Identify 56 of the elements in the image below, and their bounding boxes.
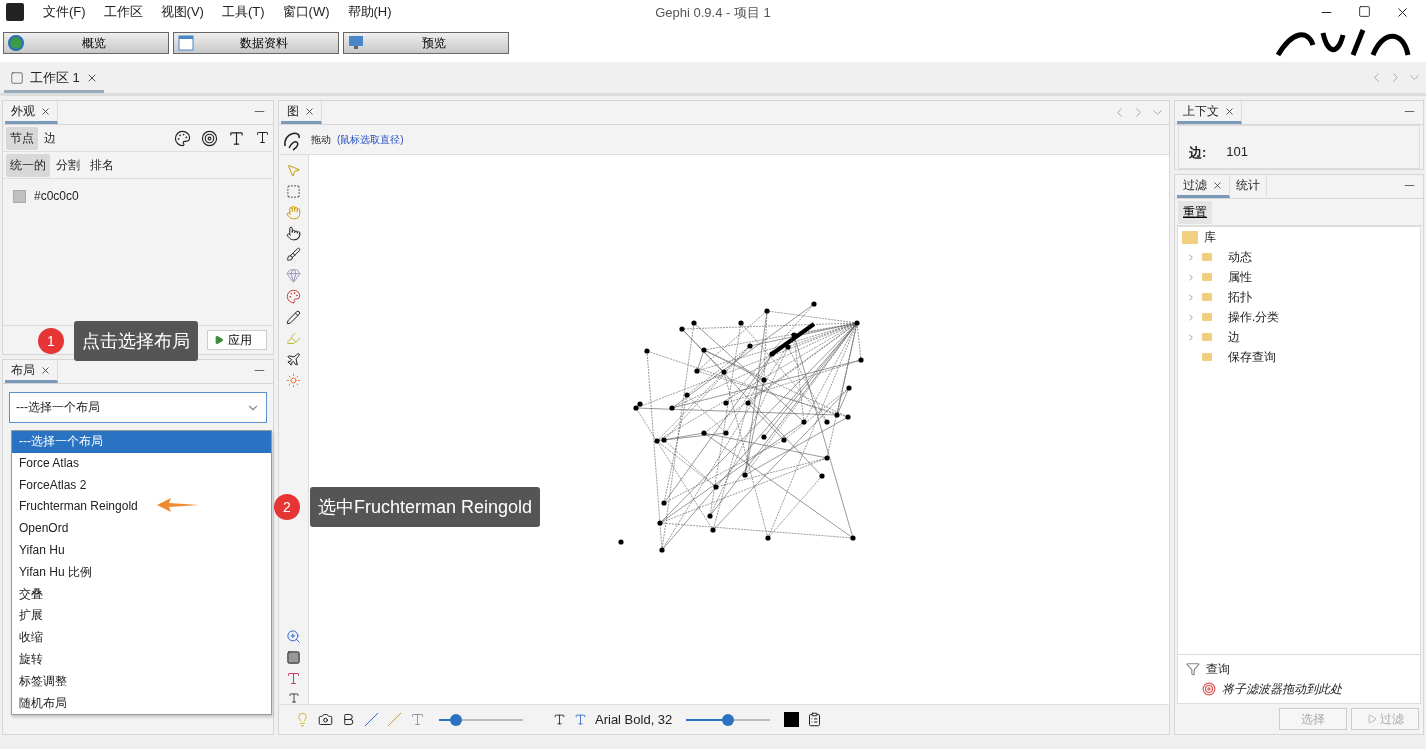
tree-item[interactable]: 拓扑 [1228,288,1252,306]
panel-tab[interactable]: 上下文 [1177,101,1242,124]
dropdown-option[interactable]: Fruchterman Reingold [12,496,271,519]
dropdown-option[interactable]: Yifan Hu [12,540,271,562]
menu-item[interactable]: 视图(V) [151,3,213,21]
mode-button[interactable]: 预览 [343,32,509,54]
dropdown-option[interactable]: Yifan Hu 比例 [12,561,271,584]
tree-item[interactable]: 保存查询 [1228,348,1276,366]
tree-item[interactable]: 属性 [1228,268,1252,286]
panel-tab[interactable]: 图 [281,101,322,124]
edges-label: 边: [1189,144,1207,162]
color-value: #c0c0c0 [34,189,79,203]
panel-tab[interactable]: 外观 [5,101,58,124]
step-number: 2 [274,494,300,520]
dropdown-option[interactable]: ---选择一个布局 [12,431,271,453]
dropdown-option[interactable]: ForceAtlas 2 [12,474,271,497]
tree-item[interactable]: 动态 [1228,248,1252,266]
dropdown-option[interactable]: 旋转 [12,648,271,671]
tool-label: 拖动 [311,132,331,147]
layout-select[interactable]: ---选择一个布局 [9,392,267,423]
callout-text: 选中Fruchterman Reingold [310,487,541,527]
mode-button[interactable]: 概览 [3,32,169,54]
mode-tab[interactable]: 统一的 [6,153,50,177]
workspace-tab[interactable]: 工作区 1 [4,65,104,93]
menu-item[interactable]: 工具(T) [212,3,274,21]
element-tab[interactable]: 节点 [6,126,38,150]
callout-text: 点击选择布局 [74,321,198,361]
mode-button[interactable]: 数据资料 [173,32,339,54]
reset-button[interactable]: 重置 [1178,200,1212,224]
apply-button[interactable]: 应用 [207,330,267,350]
font-label: Arial Bold, 32 [595,712,673,727]
tree-item[interactable]: 边 [1228,328,1240,346]
tool-hint: (鼠标选取直径) [337,132,404,147]
menu-item[interactable]: 帮助(H) [338,3,401,21]
element-tab[interactable]: 边 [40,126,60,150]
mode-tab[interactable]: 分割 [52,153,84,177]
dropdown-option[interactable]: 交叠 [12,583,271,606]
dropdown-option[interactable]: 收缩 [12,627,271,649]
dropdown-option[interactable]: 随机布局 [12,692,271,715]
query-hint: 将子滤波器拖动到此处 [1222,680,1342,698]
panel-tab[interactable]: 过滤 [1177,175,1230,198]
dropdown-option[interactable]: Force Atlas [12,452,271,475]
dropdown-option[interactable]: 扩展 [12,605,271,628]
menu-item[interactable]: 工作区 [94,3,152,21]
query-label: 查询 [1206,660,1230,678]
mode-tab[interactable]: 排名 [86,153,118,177]
tree-item[interactable]: 操作.分类 [1228,308,1280,326]
tree-item[interactable]: 库 [1204,228,1216,246]
dropdown-option[interactable]: OpenOrd [12,518,271,540]
menu-item[interactable]: 窗口(W) [273,3,339,21]
dropdown-option[interactable]: 标签调整 [12,670,271,693]
menu-item[interactable]: 文件(F) [34,3,95,21]
panel-tab[interactable]: 布局 [5,360,58,383]
window-title: Gephi 0.9.4 - 项目 1 [654,4,772,22]
edges-count: 101 [1226,144,1249,161]
panel-tab[interactable]: 统计 [1230,175,1267,198]
